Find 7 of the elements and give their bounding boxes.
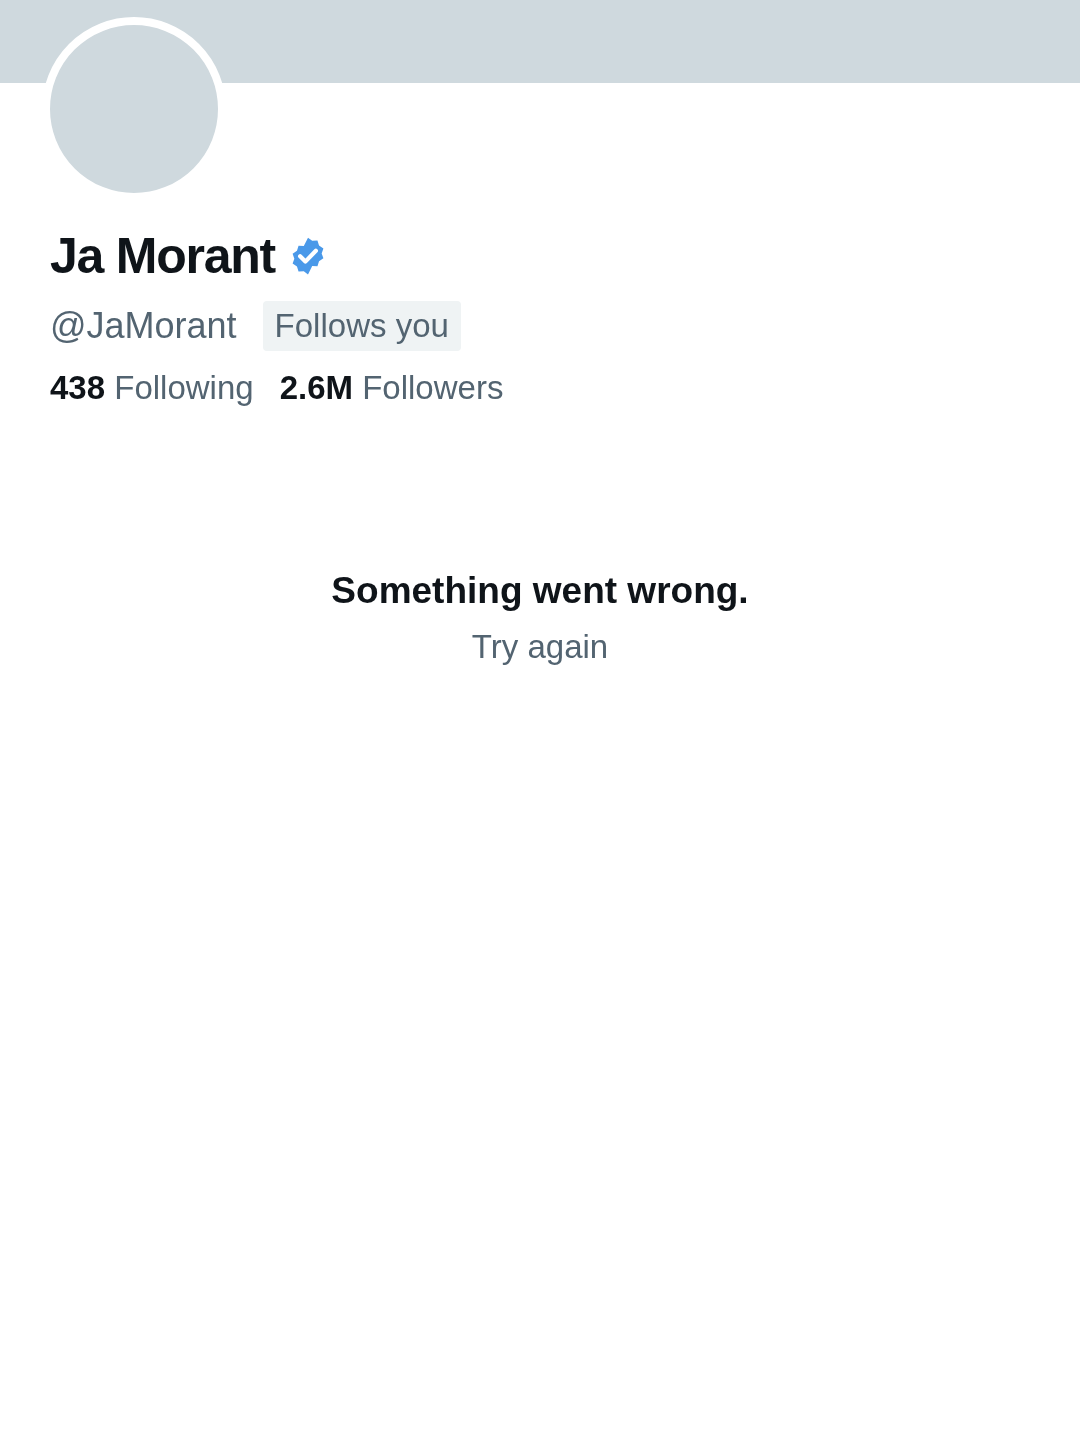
profile-name: Ja Morant <box>50 231 275 281</box>
profile-handle: @JaMorant <box>50 304 237 348</box>
stat-link[interactable]: 2.6M Followers <box>279 363 504 413</box>
follows-you-label: Follows you <box>262 301 461 351</box>
stat-link[interactable]: 438 Following <box>50 363 254 413</box>
try-again-button[interactable]: Try again <box>471 622 609 672</box>
error-message: Something went wrong. <box>331 568 749 613</box>
